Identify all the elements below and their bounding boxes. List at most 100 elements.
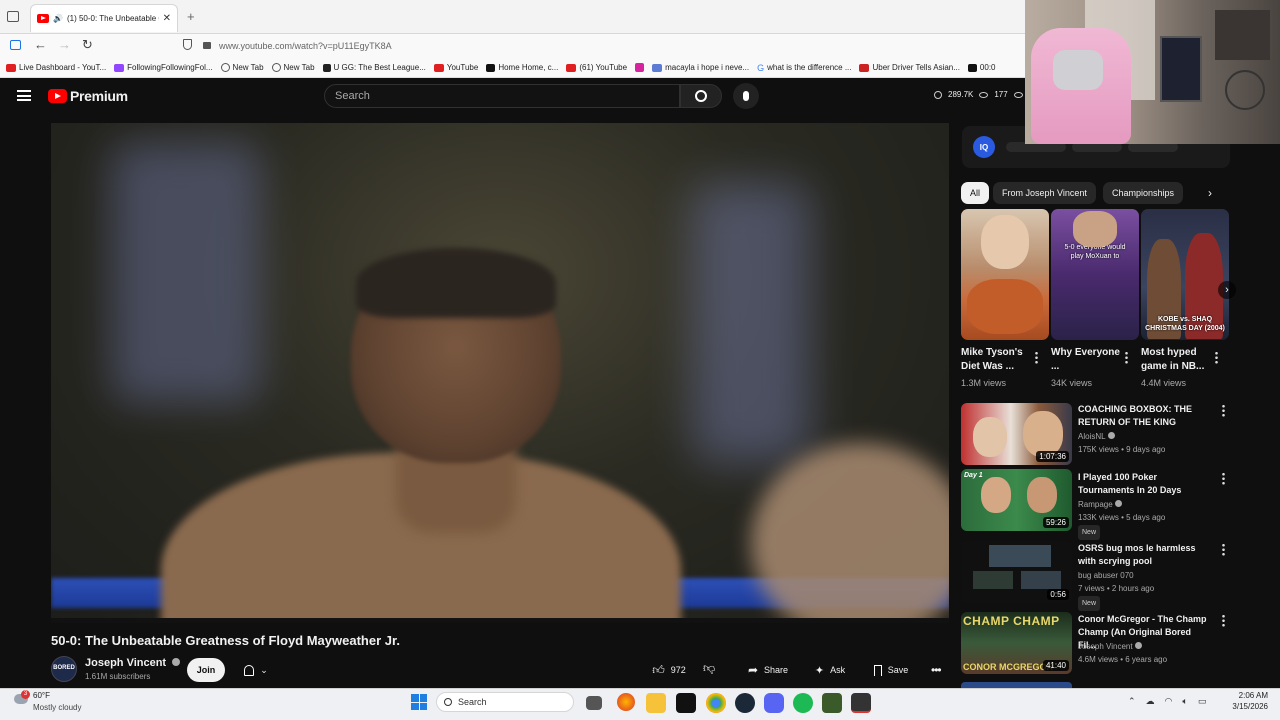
bookmark-item[interactable]: macayla i hope i neve... <box>652 63 749 72</box>
tab-list-icon[interactable] <box>7 11 19 22</box>
chip-from-channel[interactable]: From Joseph Vincent <box>993 182 1096 204</box>
video-channel[interactable]: AloisNL <box>1078 430 1115 443</box>
reload-icon[interactable]: ↻ <box>82 37 93 53</box>
video-channel[interactable]: Joseph Vincent <box>1078 640 1142 653</box>
capcut-icon[interactable] <box>676 693 696 713</box>
taskbar-search[interactable]: Search <box>436 692 574 712</box>
more-options-icon[interactable] <box>1222 614 1225 627</box>
lock-icon[interactable] <box>203 42 211 49</box>
thumbnail-caption: CHAMP CHAMP <box>963 614 1060 628</box>
short-thumbnail[interactable]: KOBE vs. SHAQ CHRISTMAS DAY (2004) <box>1141 209 1229 340</box>
steam-icon[interactable] <box>735 693 755 713</box>
bookmark-item[interactable]: New Tab <box>220 63 264 72</box>
chip-all[interactable]: All <box>961 182 990 204</box>
short-views: 4.4M views <box>1141 378 1187 388</box>
app-icon[interactable] <box>822 693 842 713</box>
channel-name[interactable]: Joseph Vincent <box>85 657 181 669</box>
chip-championships[interactable]: Championships <box>1103 182 1184 204</box>
url-field[interactable]: www.youtube.com/watch?v=pU11EgyTK8A <box>219 41 392 51</box>
short-views: 34K views <box>1051 378 1093 388</box>
bookmark-item[interactable]: YouTube <box>433 63 478 72</box>
join-button[interactable]: Join <box>187 658 225 682</box>
bookmark-item[interactable]: U GG: The Best League... <box>322 63 426 72</box>
bookmark-item[interactable]: Home Home, c... <box>486 63 558 72</box>
shorts-next-button[interactable]: › <box>1218 281 1236 299</box>
bookmark-item[interactable]: Gwhat is the difference ... <box>757 63 851 73</box>
video-title[interactable]: I Played 100 Poker Tournaments In 20 Day… <box>1078 471 1210 497</box>
dislike-button[interactable]: 👎︎ <box>703 661 715 676</box>
more-actions-icon[interactable]: ••• <box>931 663 942 677</box>
chrome-icon[interactable] <box>706 693 726 713</box>
voice-search-button[interactable] <box>733 83 759 109</box>
notification-bell-button[interactable]: ⌄ <box>233 658 279 682</box>
more-options-icon[interactable] <box>1035 351 1038 364</box>
discord-icon[interactable] <box>764 693 784 713</box>
video-channel[interactable]: bug abuser 070 <box>1078 569 1134 582</box>
google-icon: G <box>757 62 765 73</box>
bookmark-item[interactable]: Uber Driver Tells Asian... <box>859 63 960 72</box>
video-thumbnail[interactable]: 0:56 <box>961 541 1072 603</box>
youtube-logo[interactable]: Premium <box>48 88 128 104</box>
video-thumbnail[interactable]: 1:07:36 <box>961 403 1072 465</box>
video-title[interactable]: OSRS bug mos le harmless with scrying po… <box>1078 542 1210 568</box>
video-title[interactable]: COACHING BOXBOX: THE RETURN OF THE KING <box>1078 403 1210 429</box>
ask-button[interactable]: ✦ Ask <box>808 658 852 682</box>
video-thumbnail[interactable]: CHAMP CHAMP CONOR MCGREGOR 41:40 <box>961 612 1072 674</box>
more-options-icon[interactable] <box>1222 404 1225 417</box>
clock[interactable]: 2:06 AM 3/15/2026 <box>1220 690 1268 712</box>
more-options-icon[interactable] <box>1215 351 1218 364</box>
shield-icon[interactable] <box>183 39 192 50</box>
like-button[interactable]: 👍︎ 972 <box>645 658 693 682</box>
share-label: Share <box>764 665 789 675</box>
cloud-icon: ☁ <box>1145 696 1155 706</box>
person-figure <box>1073 211 1117 247</box>
video-channel[interactable]: Rampage <box>1078 498 1122 511</box>
task-view-icon[interactable] <box>586 696 602 710</box>
channel-name-text: Joseph Vincent <box>1078 642 1133 651</box>
close-tab-icon[interactable]: ✕ <box>163 13 171 24</box>
share-button[interactable]: ➦ Share <box>740 658 796 682</box>
obs-icon[interactable] <box>851 693 871 713</box>
more-options-icon[interactable] <box>1222 472 1225 485</box>
premium-label: Premium <box>70 88 128 104</box>
short-title[interactable]: Mike Tyson's Diet Was ... <box>961 346 1033 374</box>
bookmark-item[interactable] <box>635 63 645 72</box>
bookmark-item[interactable]: FollowingFollowingFol... <box>114 63 213 72</box>
save-button[interactable]: Save <box>866 658 916 682</box>
channel-avatar[interactable]: BORED <box>51 656 77 682</box>
file-explorer-icon[interactable] <box>646 693 666 713</box>
search-icon <box>444 698 452 706</box>
short-title[interactable]: Why Everyone ... <box>1051 346 1123 374</box>
new-tab-icon[interactable]: + <box>187 9 195 24</box>
firefox-icon[interactable] <box>617 693 635 711</box>
bookmark-label: U GG: The Best League... <box>333 63 426 72</box>
menu-icon[interactable] <box>17 90 31 101</box>
bookmark-item[interactable]: (61) YouTube <box>566 63 627 72</box>
sidebar-toggle-icon[interactable] <box>10 40 21 50</box>
more-options-icon[interactable] <box>1125 351 1128 364</box>
video-thumbnail[interactable]: Day 1 59:26 <box>961 469 1072 531</box>
video-player[interactable] <box>51 123 949 623</box>
bookmark-item[interactable]: 00:0 <box>967 63 996 72</box>
short-thumbnail[interactable] <box>961 209 1049 340</box>
more-options-icon[interactable] <box>1222 543 1225 556</box>
short-thumbnail[interactable]: 5-0 everyone would play MoXuan to <box>1051 209 1139 340</box>
browser-tab-youtube[interactable]: 🔊 (1) 50-0: The Unbeatable G ✕ <box>30 4 178 32</box>
bookmark-item[interactable]: New Tab <box>271 63 315 72</box>
tab-title: (1) 50-0: The Unbeatable G <box>66 14 159 23</box>
search-input[interactable]: Search <box>324 84 680 108</box>
start-button[interactable] <box>411 694 427 710</box>
search-button[interactable] <box>680 84 722 108</box>
short-overlay-text: KOBE vs. SHAQ CHRISTMAS DAY (2004) <box>1145 316 1225 332</box>
system-tray[interactable]: ⌃ ☁ ◠ 🔈︎ ▭ <box>1128 696 1206 707</box>
back-icon[interactable]: ← <box>34 37 47 52</box>
weather-widget[interactable]: 3 60°F Mostly cloudy <box>12 690 92 716</box>
forward-icon[interactable]: → <box>58 37 71 52</box>
chips-next-icon[interactable]: › <box>1208 186 1212 200</box>
bookmark-item[interactable]: Live Dashboard - YouT... <box>6 63 106 72</box>
background-light <box>691 183 811 463</box>
iq-icon[interactable]: IQ <box>973 136 995 158</box>
audio-icon[interactable]: 🔊 <box>53 14 63 23</box>
spotify-icon[interactable] <box>793 693 813 713</box>
short-title[interactable]: Most hyped game in NB... <box>1141 346 1213 374</box>
